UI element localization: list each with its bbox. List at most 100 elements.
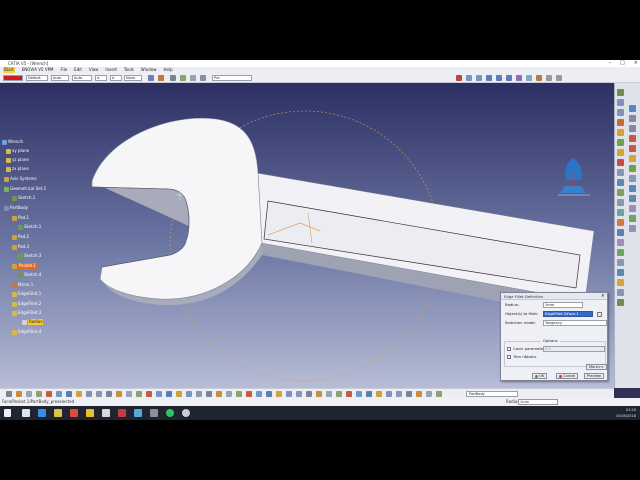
tree-node[interactable]: PartBody	[4, 205, 28, 211]
bottom-tool-icon[interactable]	[276, 391, 282, 397]
tree-node[interactable]: Sketch.1	[12, 195, 35, 201]
bottom-tool-icon[interactable]	[396, 391, 402, 397]
chamfer-icon[interactable]	[617, 169, 624, 176]
bottom-tool-icon[interactable]	[36, 391, 42, 397]
bottom-tool-icon[interactable]	[26, 391, 32, 397]
analysis-icon[interactable]	[617, 269, 624, 276]
trim-ribbons-checkbox[interactable]	[507, 355, 511, 359]
bottom-tool-icon[interactable]	[6, 391, 12, 397]
bottom-tool-icon[interactable]	[316, 391, 322, 397]
scaling-icon[interactable]	[617, 239, 624, 246]
rotate-feature-icon[interactable]	[629, 195, 636, 202]
bottom-tool-icon[interactable]	[96, 391, 102, 397]
bottom-tool-icon[interactable]	[206, 391, 212, 397]
line-type-select[interactable]: Auto	[72, 75, 92, 81]
symmetry-icon[interactable]	[629, 205, 636, 212]
search-taskbar-icon[interactable]	[22, 409, 30, 417]
intersect-icon[interactable]	[629, 165, 636, 172]
bottom-tool-icon[interactable]	[236, 391, 242, 397]
bottom-tool-icon[interactable]	[196, 391, 202, 397]
bottom-tool-icon[interactable]	[376, 391, 382, 397]
annotation-icon[interactable]	[617, 279, 624, 286]
bottom-tool-icon[interactable]	[246, 391, 252, 397]
bottom-tool-icon[interactable]	[76, 391, 82, 397]
status-radius-input[interactable]: 1mm	[518, 399, 558, 405]
tree-node[interactable]: EdgeFillet.2	[12, 301, 41, 307]
trim-icon[interactable]	[629, 175, 636, 182]
bottom-tool-icon[interactable]	[256, 391, 262, 397]
split-icon[interactable]	[617, 249, 624, 256]
tree-node[interactable]: Wrench	[2, 139, 23, 145]
shell-icon[interactable]	[617, 189, 624, 196]
calculator-icon[interactable]	[150, 409, 158, 417]
layer-filter-icon[interactable]	[200, 75, 206, 81]
mirror-icon[interactable]	[617, 219, 624, 226]
pocket-icon[interactable]	[617, 109, 624, 116]
bottom-tool-icon[interactable]	[16, 391, 22, 397]
chrome-icon[interactable]	[70, 409, 78, 417]
bottom-tool-icon[interactable]	[426, 391, 432, 397]
bottom-tool-icon[interactable]	[186, 391, 192, 397]
dialog-close-icon[interactable]: ×	[601, 293, 605, 300]
bottom-tool-icon[interactable]	[366, 391, 372, 397]
point-type-select[interactable]: A	[95, 75, 107, 81]
hide-show-icon[interactable]	[546, 75, 552, 81]
bottom-tool-icon[interactable]	[406, 391, 412, 397]
swap-space-icon[interactable]	[556, 75, 562, 81]
conic-parameter-input[interactable]: 0.5	[543, 346, 605, 352]
cancel-button[interactable]: Cancel	[556, 373, 579, 379]
bottom-tool-icon[interactable]	[326, 391, 332, 397]
shaft-icon[interactable]	[617, 119, 624, 126]
search-icon[interactable]	[456, 75, 462, 81]
render-select[interactable]: A	[110, 75, 122, 81]
bottom-tool-icon[interactable]	[66, 391, 72, 397]
file-explorer-icon[interactable]	[54, 409, 62, 417]
selection-filter-select[interactable]: Pre	[212, 75, 252, 81]
notepad-icon[interactable]	[102, 409, 110, 417]
painter-icon[interactable]	[148, 75, 154, 81]
tree-node[interactable]: EdgeFillet.3	[12, 310, 41, 316]
preview-button[interactable]: Preview	[584, 373, 604, 379]
tree-node[interactable]: Radius	[22, 319, 44, 325]
bottom-tool-icon[interactable]	[146, 391, 152, 397]
point-icon[interactable]	[629, 125, 636, 132]
spotify-icon[interactable]	[166, 409, 174, 417]
pad-icon[interactable]	[617, 99, 624, 106]
tree-node[interactable]: Pad.1	[12, 215, 29, 221]
selection-mode-select[interactable]: Tangency	[543, 320, 607, 326]
measure-icon[interactable]	[617, 259, 624, 266]
pan-icon[interactable]	[476, 75, 482, 81]
rib-icon[interactable]	[617, 149, 624, 156]
iso-view-icon[interactable]	[526, 75, 532, 81]
body-select[interactable]: PartBody	[466, 391, 518, 397]
tree-node[interactable]: Geometrical Set.1	[4, 186, 46, 192]
tree-node[interactable]: Pad.3	[12, 244, 29, 250]
constraint-icon[interactable]	[617, 289, 624, 296]
sketch-icon[interactable]	[617, 89, 624, 96]
bottom-tool-icon[interactable]	[106, 391, 112, 397]
thickness-icon[interactable]	[617, 199, 624, 206]
edge-browser-icon[interactable]	[38, 409, 46, 417]
reference-icon[interactable]	[617, 299, 624, 306]
bottom-tool-icon[interactable]	[416, 391, 422, 397]
zoom-out-icon[interactable]	[506, 75, 512, 81]
tree-node[interactable]: xy plane	[6, 148, 29, 154]
line-icon[interactable]	[629, 115, 636, 122]
boolean-icon[interactable]	[629, 135, 636, 142]
bottom-tool-icon[interactable]	[156, 391, 162, 397]
bottom-tool-icon[interactable]	[176, 391, 182, 397]
conic-parameter-checkbox[interactable]	[507, 347, 511, 351]
tree-node[interactable]: Pocket.1	[12, 263, 37, 269]
bottom-tool-icon[interactable]	[346, 391, 352, 397]
select-trap-icon[interactable]	[180, 75, 186, 81]
rotate-icon[interactable]	[486, 75, 492, 81]
fillet-icon[interactable]	[617, 159, 624, 166]
hole-icon[interactable]	[617, 139, 624, 146]
add-icon[interactable]	[629, 145, 636, 152]
zoom-in-icon[interactable]	[496, 75, 502, 81]
objects-input[interactable]: EdgeFillet.3\Face.1	[543, 311, 593, 317]
line-width-auto-select[interactable]: Auto	[51, 75, 69, 81]
pattern-icon[interactable]	[617, 229, 624, 236]
bottom-tool-icon[interactable]	[166, 391, 172, 397]
surface-icon[interactable]	[629, 215, 636, 222]
